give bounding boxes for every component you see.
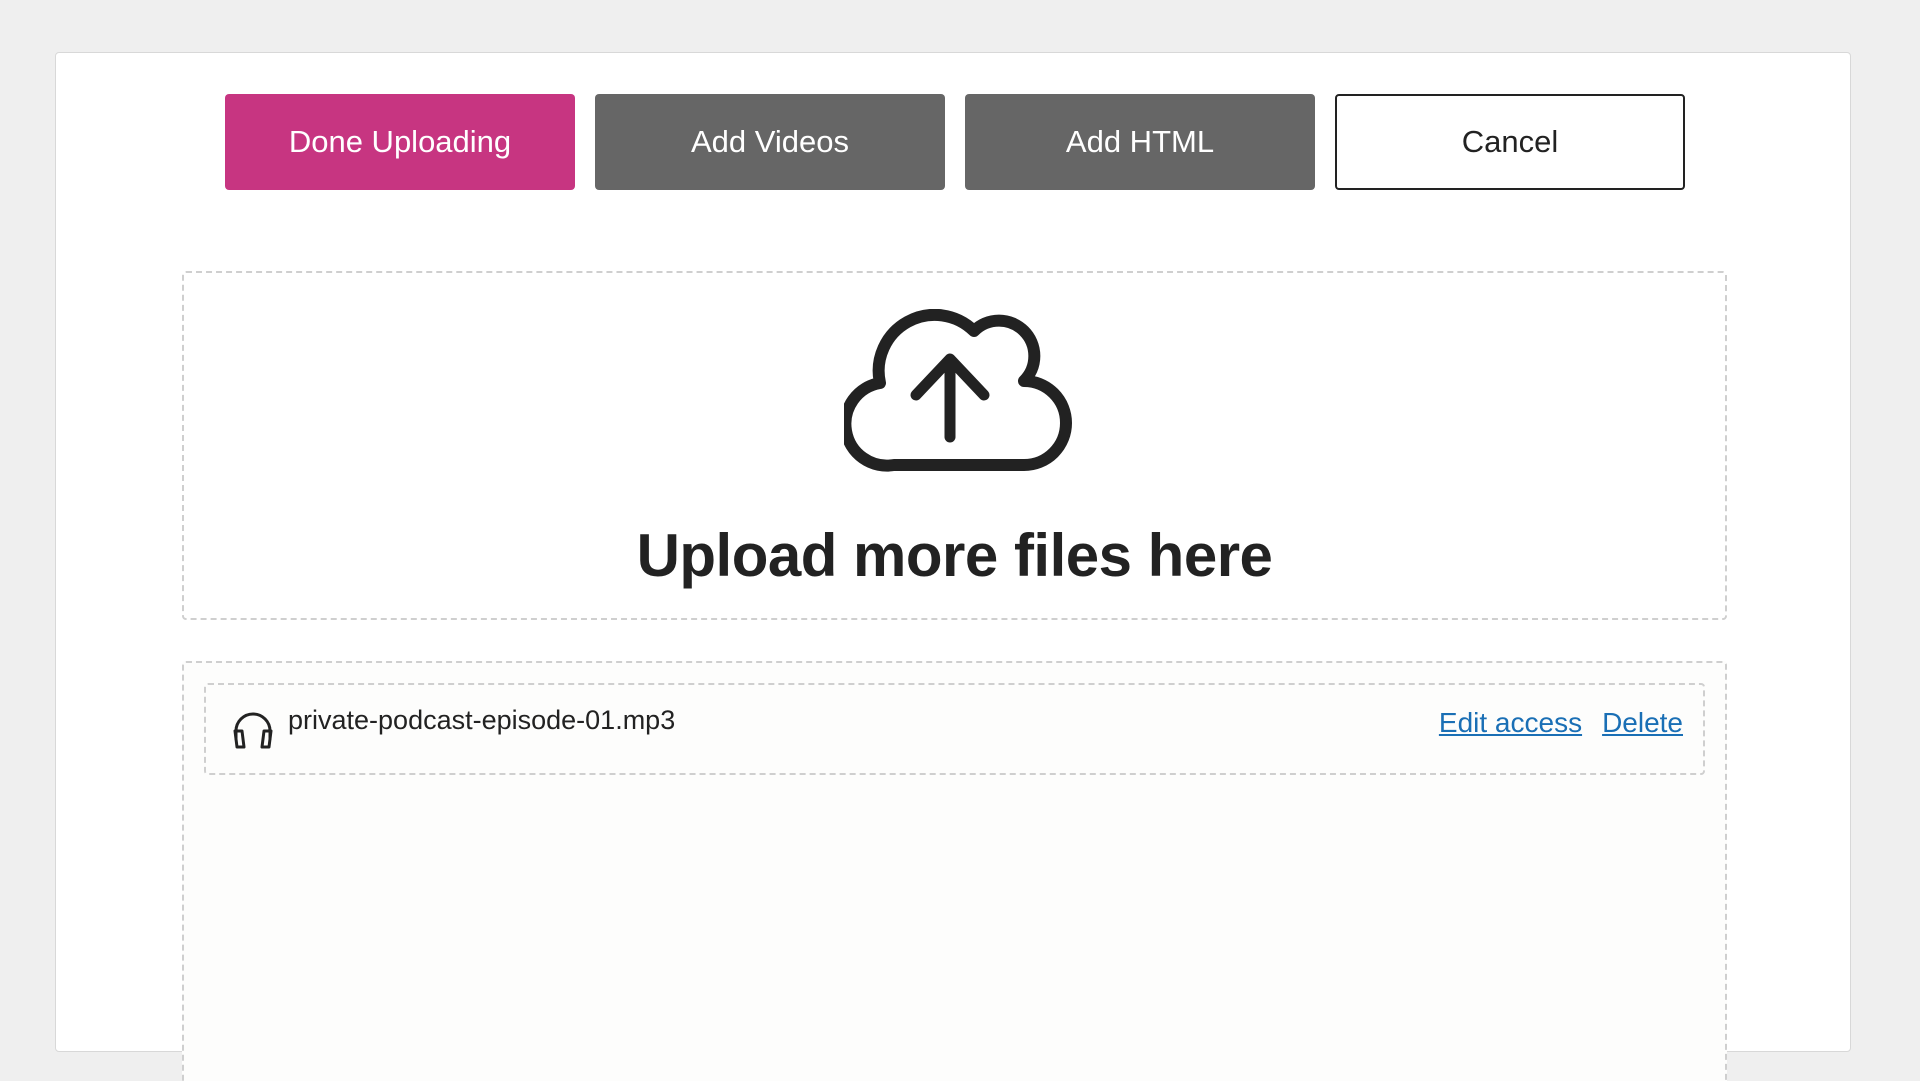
file-row: private-podcast-episode-01.mp3 Edit acce…	[204, 683, 1705, 775]
edit-access-link[interactable]: Edit access	[1439, 707, 1582, 739]
upload-dropzone[interactable]: Upload more files here	[182, 271, 1727, 620]
done-uploading-button[interactable]: Done Uploading	[225, 94, 575, 190]
file-list: private-podcast-episode-01.mp3 Edit acce…	[182, 661, 1727, 1081]
headphones-icon	[233, 712, 273, 749]
file-name: private-podcast-episode-01.mp3	[288, 705, 676, 735]
delete-link[interactable]: Delete	[1602, 707, 1683, 739]
toolbar: Done Uploading Add Videos Add HTML Cance…	[225, 94, 1685, 190]
dropzone-heading: Upload more files here	[636, 522, 1273, 589]
file-actions: Edit access Delete	[1439, 707, 1683, 739]
cloud-upload-icon	[844, 309, 1072, 472]
upload-panel: Done Uploading Add Videos Add HTML Cance…	[55, 52, 1851, 1081]
cancel-button[interactable]: Cancel	[1335, 94, 1685, 190]
add-html-button[interactable]: Add HTML	[965, 94, 1315, 190]
add-videos-button[interactable]: Add Videos	[595, 94, 945, 190]
